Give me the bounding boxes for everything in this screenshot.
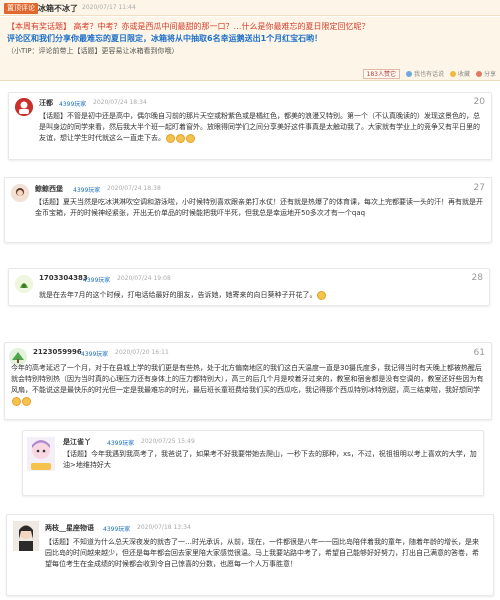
comment-date: 2020/07/18 13:34	[137, 524, 191, 531]
comment-username[interactable]: 汪都	[39, 98, 53, 108]
comment-username[interactable]: 1703304383	[39, 274, 88, 282]
comment-source: 4399玩家	[81, 351, 109, 358]
post-date: 2020/07/17 11:44	[82, 4, 136, 11]
post-author[interactable]: 冰箱不冰了	[38, 3, 78, 14]
comment-date: 2020/07/24 18:38	[107, 185, 161, 192]
avatar-image	[11, 184, 29, 202]
comment-text: 【话题】不知道为什么总天深夜发的就杏了一…时光承诉，从前，现在，一件都很是八年一…	[45, 538, 479, 568]
comment-username[interactable]: 两枝__星座物语	[45, 523, 94, 533]
like-button[interactable]: 183人赞它	[362, 68, 400, 79]
avatar[interactable]	[15, 275, 33, 293]
comment-card: 鲸鲸西堡 4399玩家 2020/07/24 18:38 27 【话题】夏天当然…	[4, 177, 492, 243]
smile-icon	[317, 290, 327, 300]
comment-text: 【话题】不管是初中还是高中，偶尔晚自习前的那片天空或粉紫色或是橘红色，都美的浪漫…	[39, 112, 480, 143]
comment-source: 4399玩家	[73, 187, 101, 194]
avatar-image	[13, 521, 39, 551]
reply-icon	[405, 70, 412, 77]
comment-username[interactable]: 2123059996	[33, 348, 82, 356]
smile-icon	[186, 133, 195, 143]
comment-source: 4399玩家	[59, 101, 87, 108]
smile-icon	[12, 396, 21, 406]
reply-link[interactable]: 我也有话说	[405, 69, 444, 78]
comment-card: 2123059996 4399玩家 2020/07/20 16:11 61 今年…	[4, 342, 492, 420]
topic-tip: （小TIP：评论前带上【话题】更容易让冰箱看到你哦）	[7, 47, 179, 55]
comment-text: 【话题】今年我遇到我高考了，我爸说了，如果考不好我要带她去爬山，一秒下去的那种，…	[63, 450, 477, 469]
smile-icon	[166, 133, 175, 143]
collect-link[interactable]: 收藏	[449, 69, 470, 78]
share-link[interactable]: 分享	[475, 69, 496, 78]
avatar[interactable]	[13, 521, 41, 555]
topic-prize: 评论区和我们分享你最难忘的夏日限定，冰箱将从中抽取6名幸运鹅送出1个月红宝石哟！	[7, 34, 323, 43]
comment-date: 2020/07/20 16:11	[115, 349, 169, 356]
floor-number: 61	[473, 348, 485, 358]
avatar-image	[15, 98, 33, 116]
comment-text: 今年的高考延迟了一个月，对于在县城上学的我们更是有些热，处于北方偏南地区的我们这…	[11, 363, 487, 407]
comment-card: 汪都 4399玩家 2020/07/24 18:34 20 【话题】不管是初中还…	[8, 92, 492, 160]
floor-number: 27	[473, 183, 485, 193]
floor-number: 20	[473, 97, 485, 107]
comment-date: 2020/07/24 18:34	[93, 99, 147, 106]
comment-date: 2020/07/24 19:08	[117, 275, 171, 282]
smile-icon	[22, 396, 31, 406]
comment-source: 4399玩家	[103, 526, 131, 533]
avatar-image	[15, 275, 33, 293]
comment-card: 两枝__星座物语 4399玩家 2020/07/18 13:34 【话题】不知道…	[6, 514, 494, 596]
avatar[interactable]	[15, 98, 33, 116]
comment-text: 【话题】夏天当然是吃冰淇淋吹空调和游泳啦，小时候特别喜欢跟亲弟打水仗！还有就是热…	[35, 198, 483, 217]
smile-icon	[176, 133, 185, 143]
comment-date: 2020/07/25 15:49	[141, 438, 195, 445]
topic-title: 【本周有奖话题】 高考？中考？亦或是西瓜中间最甜的那一口？…什么是你最难忘的夏日…	[7, 22, 370, 31]
comment-card: 是江雀丫 4399玩家 2020/07/25 15:49 【话题】今年我遇到我高…	[22, 430, 484, 496]
comment-card: 1703304383 4399玩家 2020/07/24 19:08 28 就是…	[8, 268, 490, 306]
comment-username[interactable]: 是江雀丫	[63, 437, 91, 447]
avatar-image	[27, 437, 55, 471]
pinned-tag[interactable]: 置顶评论	[4, 3, 38, 14]
comment-text: 就是在去年7月的这个时候，打电话给最好的朋友，告诉她，她寄来的向日葵种子开花了。	[39, 290, 484, 301]
comment-source: 4399玩家	[107, 440, 135, 447]
star-icon	[449, 70, 456, 77]
avatar[interactable]	[11, 184, 29, 202]
comment-username[interactable]: 鲸鲸西堡	[35, 184, 63, 194]
post-header: 置顶评论 冰箱不冰了 2020/07/17 11:44	[0, 0, 500, 16]
floor-number: 28	[471, 273, 483, 283]
avatar[interactable]	[27, 437, 55, 471]
share-icon	[475, 70, 482, 77]
post-actions: 183人赞它 我也有话说 收藏 分享	[362, 68, 496, 79]
comment-source: 4399玩家	[83, 277, 111, 284]
